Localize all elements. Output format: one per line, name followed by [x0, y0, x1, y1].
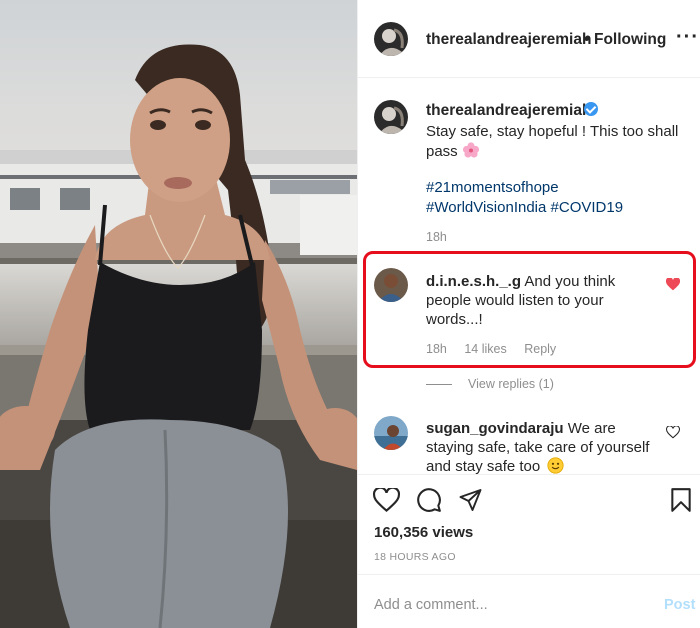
commenter-avatar[interactable]: [374, 268, 408, 302]
video-frame: [0, 44, 357, 628]
replies-divider: [426, 384, 452, 386]
like-heart-icon[interactable]: [373, 488, 400, 513]
caption-hashtags: #21momentsofhope #WorldVisionIndia #COVI…: [426, 178, 623, 218]
caption-text: Stay safe, stay hopeful ! This too shall…: [426, 122, 691, 162]
comment-bubble-icon[interactable]: [416, 487, 442, 513]
reply-button[interactable]: Reply: [524, 342, 556, 356]
hashtag-link[interactable]: #WorldVisionIndia #COVID19: [426, 198, 623, 218]
following-button[interactable]: Following: [594, 31, 666, 49]
hashtag-link[interactable]: #21momentsofhope: [426, 178, 623, 198]
smiley-emoji-icon: [547, 457, 564, 474]
comment-input[interactable]: Add a comment...: [374, 597, 488, 613]
caption-author-username[interactable]: therealandreajeremiah: [426, 102, 591, 120]
save-bookmark-icon[interactable]: [670, 487, 692, 513]
comment-username[interactable]: d.i.n.e.s.h._.g: [426, 273, 521, 290]
comment-meta: 18h 14 likes Reply: [426, 342, 570, 356]
comment-timestamp[interactable]: 18h: [426, 342, 447, 356]
post-comment-button[interactable]: Post: [664, 597, 695, 613]
post-panel: therealandreajeremiah • Following ··· th…: [357, 0, 700, 628]
caption-timestamp[interactable]: 18h: [426, 230, 447, 244]
action-bar: 160,356 views 18 HOURS AGO: [358, 474, 700, 574]
comment-body: d.i.n.e.s.h._.g And you think people wou…: [426, 272, 646, 329]
view-replies-label: View replies (1): [468, 377, 554, 391]
comment-username[interactable]: sugan_govindaraju: [426, 420, 564, 437]
author-username[interactable]: therealandreajeremiah: [426, 31, 591, 49]
view-replies-button[interactable]: View replies (1): [426, 377, 554, 391]
more-options-icon[interactable]: ···: [676, 26, 699, 49]
comment-likes-count[interactable]: 14 likes: [464, 342, 506, 356]
comment-like-heart-icon[interactable]: [666, 426, 680, 439]
comment-body: sugan_govindaraju We are staying safe, t…: [426, 419, 656, 474]
follow-separator: •: [584, 31, 590, 48]
post-header: therealandreajeremiah • Following ···: [358, 0, 700, 78]
commenter-avatar[interactable]: [374, 416, 408, 450]
comment-composer: Add a comment... Post: [358, 574, 700, 628]
verified-badge-icon: [584, 102, 598, 116]
comment-like-heart-icon[interactable]: [666, 278, 680, 291]
caption-author-avatar[interactable]: [374, 100, 408, 134]
author-avatar[interactable]: [374, 22, 408, 56]
view-count[interactable]: 160,356 views: [374, 524, 473, 541]
post-video[interactable]: [0, 0, 357, 628]
cherry-blossom-emoji-icon: [462, 142, 479, 158]
comments-list[interactable]: therealandreajeremiah Stay safe, stay ho…: [358, 79, 700, 474]
post-timestamp[interactable]: 18 HOURS AGO: [374, 551, 456, 563]
share-paper-plane-icon[interactable]: [458, 488, 483, 512]
